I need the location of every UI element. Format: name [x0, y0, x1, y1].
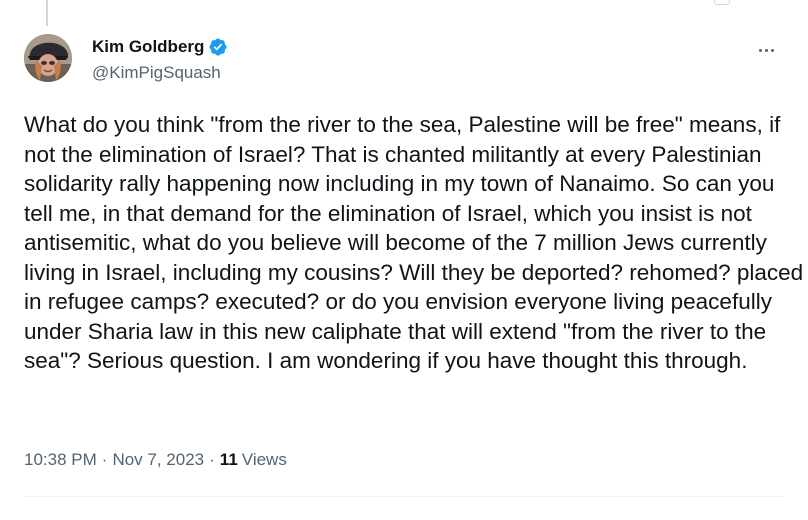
- views-label[interactable]: Views: [242, 450, 287, 470]
- avatar-photo: [24, 34, 72, 82]
- author-handle[interactable]: @KimPigSquash: [92, 63, 228, 83]
- views-count[interactable]: 11: [220, 450, 238, 470]
- previous-tweet-edge: [714, 0, 730, 5]
- avatar[interactable]: [24, 34, 72, 82]
- thread-connector-line: [46, 0, 48, 26]
- tweet-text: What do you think "from the river to the…: [24, 112, 804, 373]
- verified-badge-icon[interactable]: [208, 37, 228, 57]
- meta-separator: ·: [101, 450, 108, 469]
- author-display-name[interactable]: Kim Goldberg: [92, 37, 204, 57]
- tweet-date[interactable]: Nov 7, 2023: [112, 450, 204, 470]
- tweet-time[interactable]: 10:38 PM: [24, 450, 97, 470]
- divider: [24, 496, 784, 497]
- tweet-meta: 10:38 PM · Nov 7, 2023 · 11 Views: [24, 450, 287, 470]
- display-name-row: Kim Goldberg: [92, 36, 228, 58]
- meta-separator: ·: [209, 450, 215, 469]
- tweet-header: Kim Goldberg @KimPigSquash: [24, 34, 786, 90]
- more-horizontal-icon[interactable]: [754, 38, 778, 62]
- author-block: Kim Goldberg @KimPigSquash: [92, 36, 228, 83]
